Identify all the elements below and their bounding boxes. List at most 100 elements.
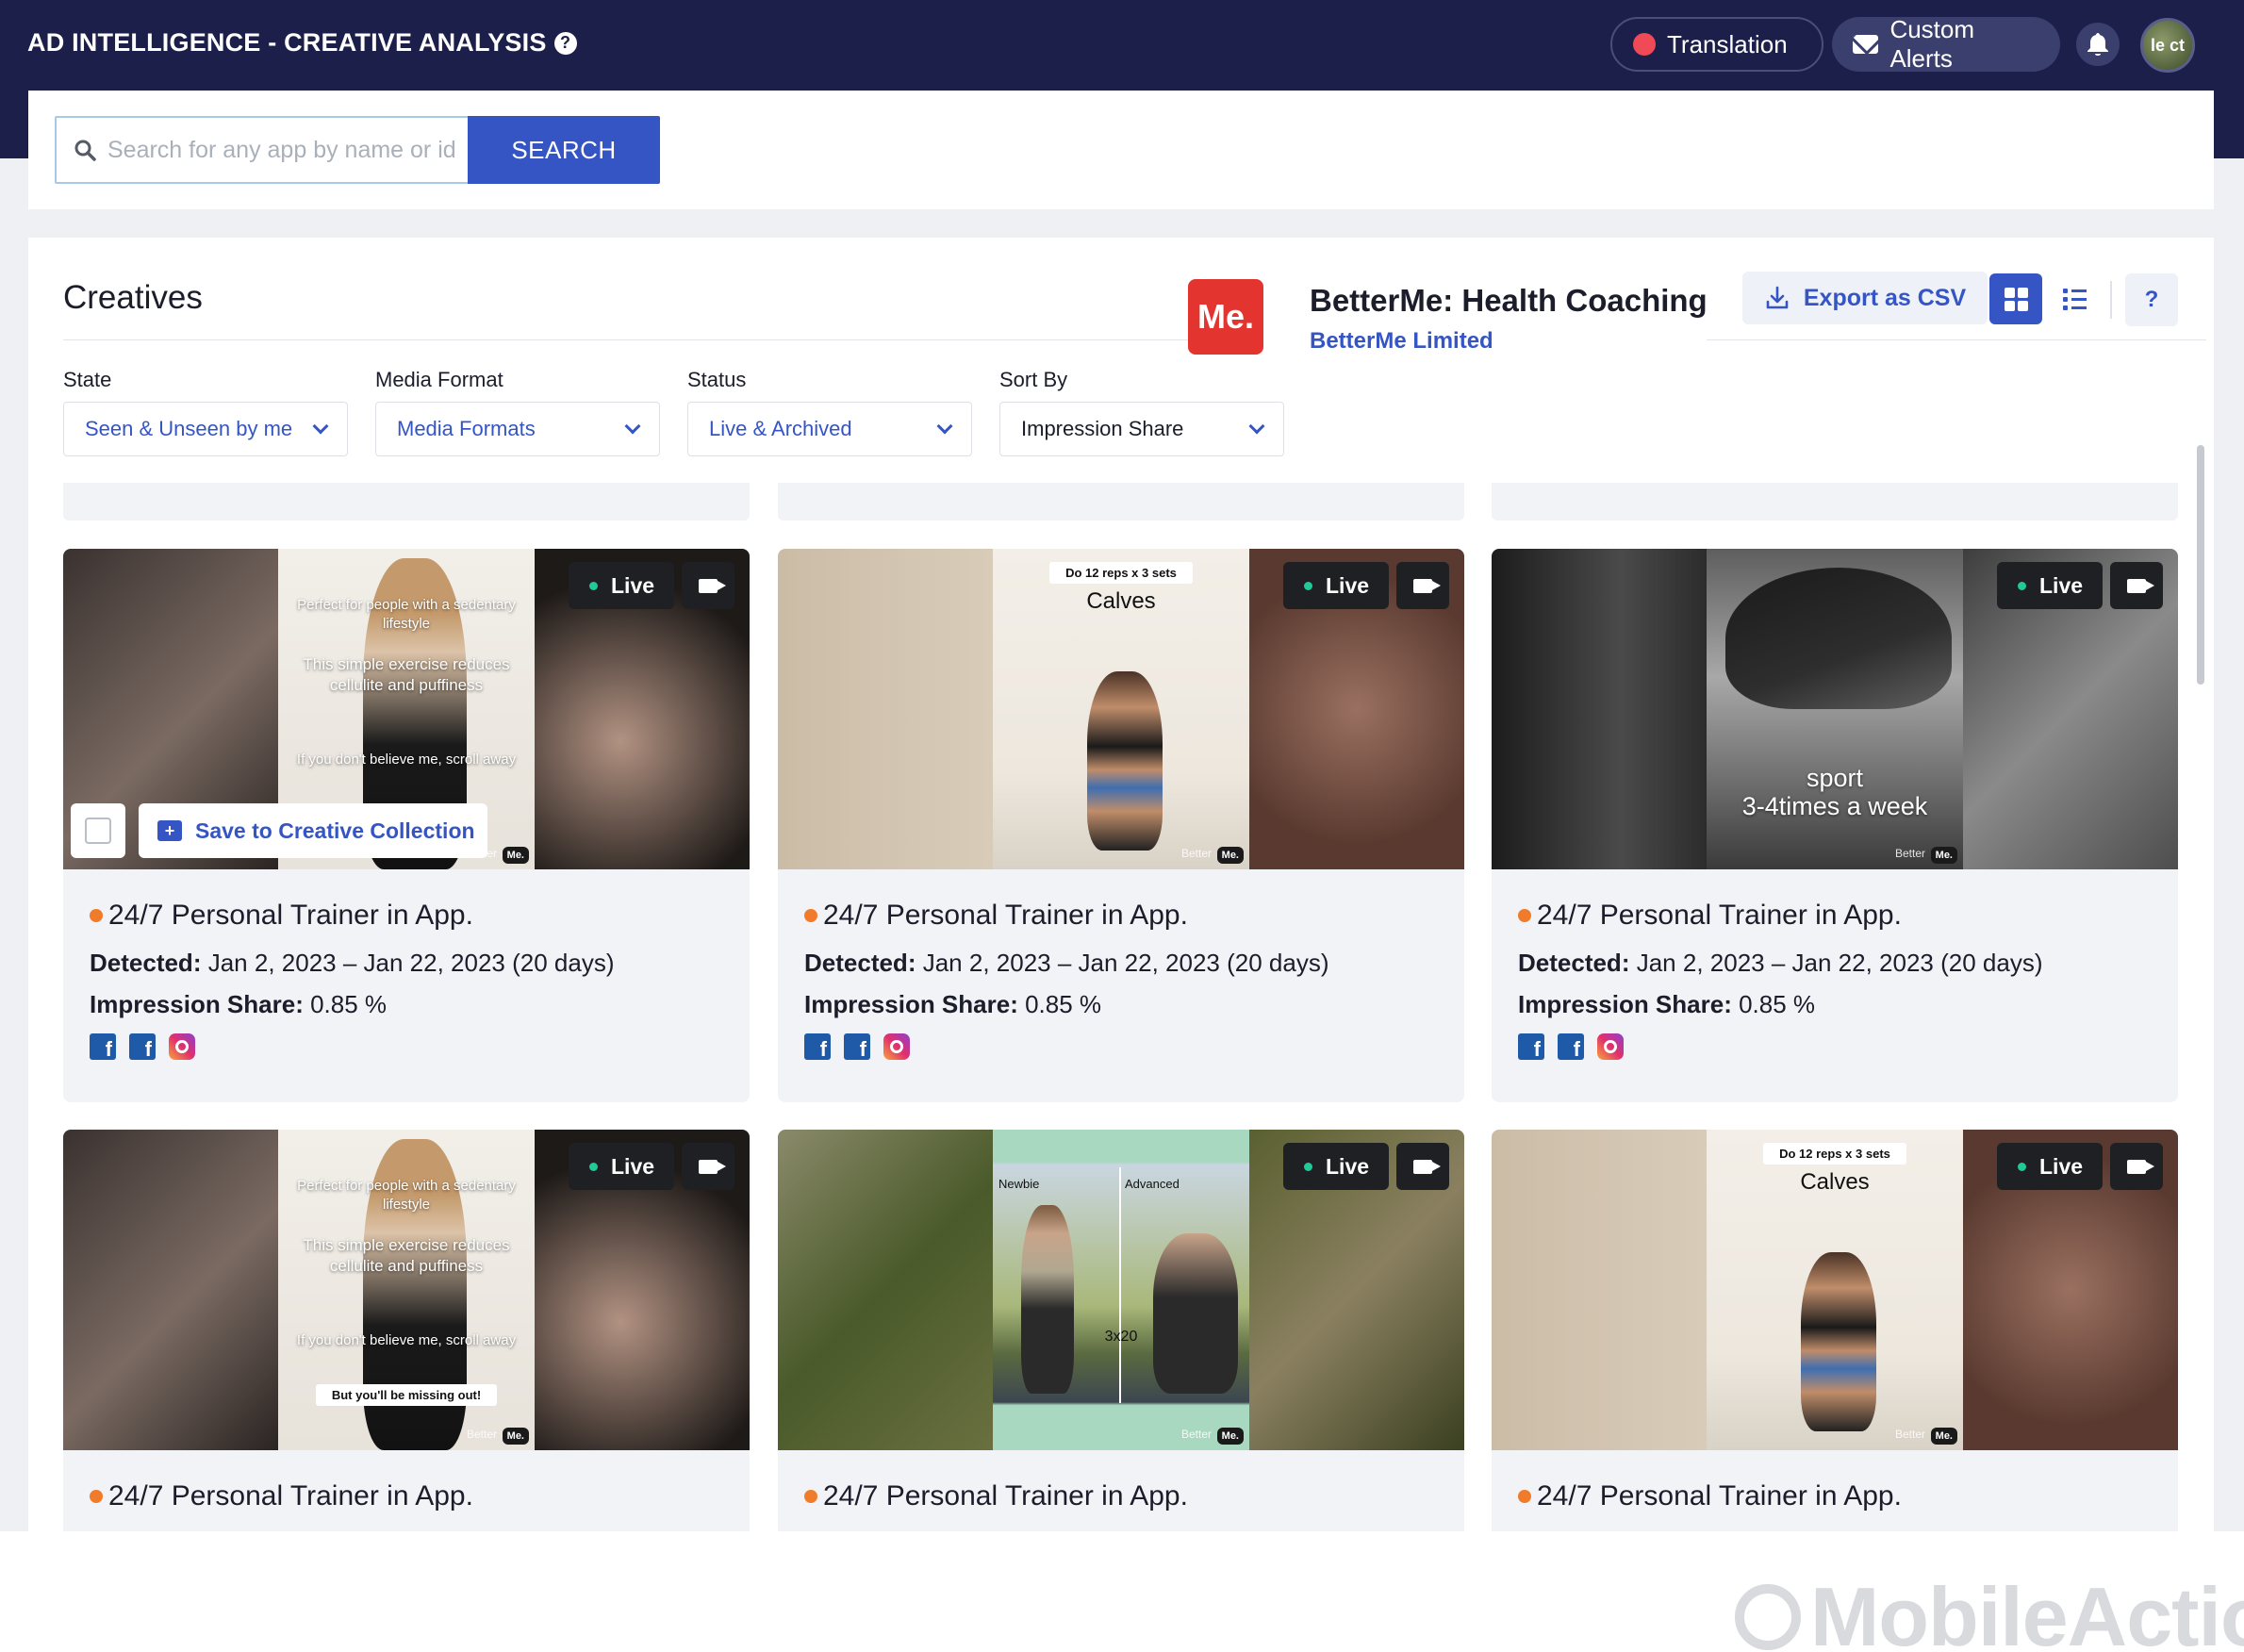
app-name[interactable]: BetterMe: Health Coaching	[1310, 283, 1708, 319]
brand-badge: Me.	[1216, 1428, 1244, 1445]
frame-text: If you don't believe me, scroll away	[296, 752, 517, 768]
creative-thumbnail[interactable]: Perfect for people with a sedentary life…	[63, 549, 750, 869]
card-title[interactable]: 24/7 Personal Trainer in App.	[90, 900, 473, 932]
live-status-badge: Live	[1283, 562, 1389, 609]
custom-alerts-button[interactable]: Custom Alerts	[1832, 15, 2060, 73]
state-select[interactable]: Seen & Unseen by me	[63, 402, 348, 456]
video-camera-icon	[682, 562, 734, 609]
video-camera-icon	[2110, 1143, 2163, 1190]
creative-card[interactable]: Perfect for people with a sedentary life…	[63, 549, 750, 1102]
frame-text: Perfect for people with a sedentary life…	[297, 1178, 516, 1213]
video-camera-icon	[682, 1143, 734, 1190]
creative-card[interactable]: Do 12 reps x 3 sets Calves Better Me. Li…	[1492, 1130, 2178, 1531]
search-input[interactable]	[107, 136, 466, 164]
facebook-icon: f	[1558, 1033, 1584, 1060]
chevron-down-icon	[312, 418, 329, 435]
export-csv-button[interactable]: Export as CSV	[1742, 272, 1988, 324]
bell-icon[interactable]	[2076, 23, 2120, 66]
avatar[interactable]: le ct	[2140, 18, 2195, 73]
creative-thumbnail[interactable]: Perfect for people with a sedentary life…	[63, 1130, 750, 1450]
frame-tag: But you'll be missing out!	[316, 1384, 497, 1406]
save-to-collection-button[interactable]: + Save to Creative Collection	[139, 803, 487, 858]
creative-card[interactable]: Newbie Advanced 3x20 Better Me. Live 24/…	[778, 1130, 1464, 1531]
app-logo[interactable]: Me.	[1188, 279, 1263, 355]
brand-text: Better	[466, 1428, 497, 1441]
card-title[interactable]: 24/7 Personal Trainer in App.	[90, 1480, 473, 1512]
platforms: f f	[90, 1033, 195, 1060]
brand-badge: Me.	[502, 1428, 529, 1445]
search-button[interactable]: SEARCH	[468, 116, 660, 184]
status-select[interactable]: Live & Archived	[687, 402, 972, 456]
creative-thumbnail[interactable]: sport 3-4times a week Better Me. Live	[1492, 549, 2178, 869]
card-title[interactable]: 24/7 Personal Trainer in App.	[804, 900, 1188, 932]
filter-label-media-format: Media Format	[375, 368, 503, 391]
filter-label-status: Status	[687, 368, 747, 391]
chevron-down-icon	[1248, 418, 1265, 435]
facebook-icon: f	[804, 1033, 831, 1060]
card-title[interactable]: 24/7 Personal Trainer in App.	[1518, 900, 1902, 932]
live-dot-icon	[1304, 1162, 1312, 1171]
state-select-value: Seen & Unseen by me	[85, 417, 293, 440]
frame-reps: 3x20	[1104, 1329, 1138, 1345]
card-peek	[1492, 483, 2178, 520]
live-dot-icon	[2018, 1162, 2026, 1171]
frame-text: Perfect for people with a sedentary life…	[297, 597, 516, 632]
help-icon[interactable]: ?	[553, 31, 577, 55]
detected-dates: Detected: Jan 2, 2023 – Jan 22, 2023 (20…	[1518, 949, 2043, 977]
live-dot-icon	[2018, 581, 2026, 590]
frame-caption: sport	[1806, 764, 1864, 792]
chevron-down-icon	[936, 418, 953, 435]
grid-view-button[interactable]	[1989, 273, 2042, 324]
help-button[interactable]: ?	[2125, 273, 2178, 326]
impression-share: Impression Share: 0.85 %	[90, 990, 388, 1018]
section-title: Creatives	[63, 279, 203, 316]
video-frame: sport 3-4times a week Better Me.	[1707, 549, 1963, 869]
divider	[2110, 281, 2112, 319]
card-title[interactable]: 24/7 Personal Trainer in App.	[804, 1480, 1188, 1512]
list-view-button[interactable]	[2048, 273, 2101, 324]
creative-card[interactable]: Do 12 reps x 3 sets Calves Better Me. Li…	[778, 549, 1464, 1102]
divider	[63, 339, 1193, 340]
search-panel: SEARCH	[28, 91, 2214, 209]
frame-tag: Do 12 reps x 3 sets	[1049, 562, 1193, 584]
grid-icon	[2004, 287, 2028, 311]
live-dot-icon	[1304, 581, 1312, 590]
folder-plus-icon: +	[157, 820, 182, 841]
card-title[interactable]: 24/7 Personal Trainer in App.	[1518, 1480, 1902, 1512]
facebook-icon: f	[90, 1033, 116, 1060]
scrollbar[interactable]	[2197, 445, 2204, 685]
app-developer-link[interactable]: BetterMe Limited	[1310, 328, 1493, 355]
download-icon	[1766, 286, 1789, 309]
impression-share: Impression Share: 0.85 %	[1518, 990, 1816, 1018]
status-dot-icon	[804, 909, 817, 922]
translation-status-icon	[1633, 33, 1656, 56]
creative-thumbnail[interactable]: Do 12 reps x 3 sets Calves Better Me. Li…	[778, 549, 1464, 869]
brand-badge: Me.	[1930, 847, 1957, 864]
status-dot-icon	[804, 1490, 817, 1503]
creatives-panel: Creatives Me. BetterMe: Health Coaching …	[28, 238, 2214, 1531]
list-icon	[2062, 288, 2087, 293]
brand-badge: Me.	[1216, 847, 1244, 864]
video-frame: Do 12 reps x 3 sets Calves Better Me.	[993, 549, 1249, 869]
creative-thumbnail[interactable]: Do 12 reps x 3 sets Calves Better Me. Li…	[1492, 1130, 2178, 1450]
status-dot-icon	[1518, 909, 1531, 922]
sort-by-select[interactable]: Impression Share	[999, 402, 1284, 456]
search-field[interactable]	[55, 116, 470, 184]
brand-text: Better	[1894, 847, 1925, 860]
select-checkbox[interactable]	[71, 803, 125, 858]
facebook-icon: f	[844, 1033, 870, 1060]
frame-label: Advanced	[1125, 1177, 1180, 1191]
card-peek	[63, 483, 750, 520]
platforms: f f	[1518, 1033, 1624, 1060]
creative-card[interactable]: Perfect for people with a sedentary life…	[63, 1130, 750, 1531]
mobileaction-logo-icon	[1735, 1584, 1801, 1650]
creative-card[interactable]: sport 3-4times a week Better Me. Live 24…	[1492, 549, 2178, 1102]
creative-thumbnail[interactable]: Newbie Advanced 3x20 Better Me. Live	[778, 1130, 1464, 1450]
sort-by-select-value: Impression Share	[1021, 417, 1184, 440]
media-format-select[interactable]: Media Formats	[375, 402, 660, 456]
detected-dates: Detected: Jan 2, 2023 – Jan 22, 2023 (20…	[90, 949, 615, 977]
status-select-value: Live & Archived	[709, 417, 852, 440]
frame-caption: Calves	[1086, 588, 1156, 614]
translation-button[interactable]: Translation	[1610, 17, 1823, 72]
video-frame: Do 12 reps x 3 sets Calves Better Me.	[1707, 1130, 1963, 1450]
